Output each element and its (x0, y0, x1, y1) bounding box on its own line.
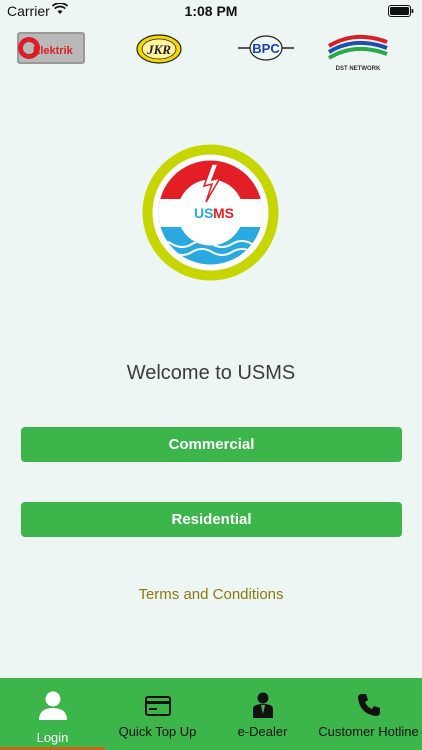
svg-text:Elektrik: Elektrik (33, 45, 74, 57)
svg-text:US: US (194, 205, 213, 221)
tab-label-customer-hotline: Customer Hotline (318, 724, 419, 739)
tab-customer-hotline[interactable]: Customer Hotline (315, 678, 422, 750)
jkr-logo: JKR (136, 34, 182, 64)
welcome-heading: Welcome to USMS (126, 362, 296, 384)
tab-label-quick-top-up: Quick Top Up (118, 724, 197, 739)
svg-text:JKR: JKR (146, 42, 171, 57)
commercial-button[interactable]: Commercial (21, 427, 402, 462)
battery-icon (388, 5, 414, 17)
svg-text:DST NETWORK: DST NETWORK (336, 66, 381, 72)
phone-icon (357, 694, 380, 716)
person-icon (38, 691, 67, 720)
bpc-logo: BPC (238, 35, 294, 61)
terms-and-conditions-link[interactable]: Terms and Conditions (0, 586, 422, 603)
status-bar: Carrier 1:08 PM (0, 0, 422, 22)
tab-label-login: Login (36, 730, 69, 745)
elektrik-logo: Elektrik (17, 32, 85, 64)
tab-e-dealer[interactable]: e-Dealer (210, 678, 315, 750)
dealer-icon (252, 692, 273, 718)
residential-button[interactable]: Residential (21, 502, 402, 537)
app-screen: Carrier 1:08 PM Elektrik JKR BPC DST NET… (0, 0, 422, 750)
bottom-tab-bar: Login Quick Top Up e-Dealer Customer Hot… (0, 678, 422, 750)
tab-label-e-dealer: e-Dealer (237, 724, 288, 739)
tab-login[interactable]: Login (0, 678, 105, 750)
usms-emblem-logo: US MS (142, 144, 279, 281)
dst-network-logo: DST NETWORK (327, 34, 388, 72)
svg-text:MS: MS (213, 205, 234, 221)
status-time: 1:08 PM (184, 3, 238, 19)
svg-text:BPC: BPC (252, 41, 280, 56)
card-icon (144, 696, 171, 716)
tab-quick-top-up[interactable]: Quick Top Up (105, 678, 210, 750)
partner-logos: Elektrik JKR BPC DST NETWORK (0, 28, 422, 74)
